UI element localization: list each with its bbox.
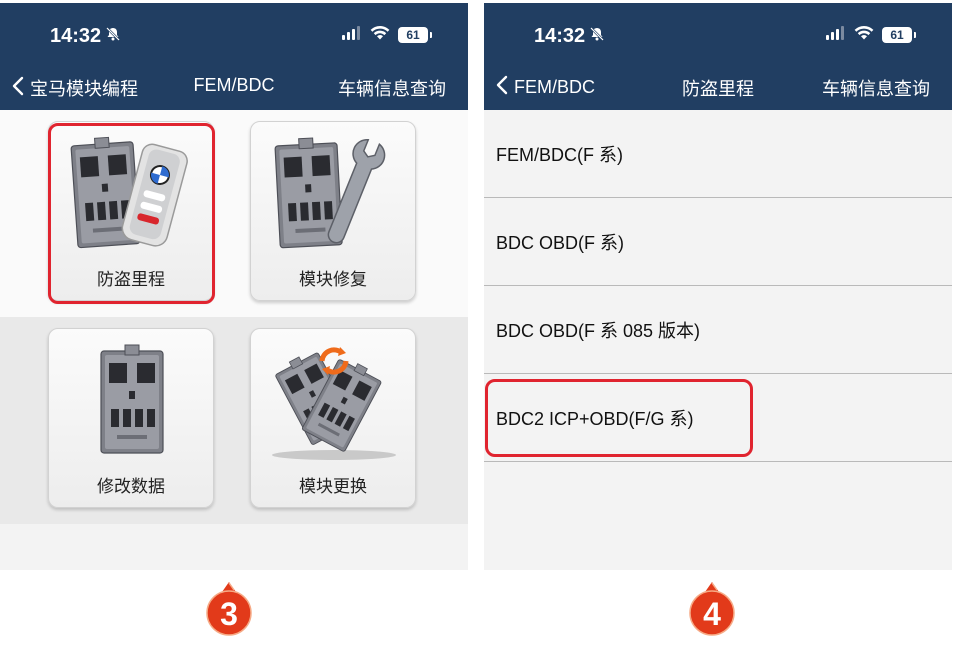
left-phone-screen: 14:32 61 宝马模块编程 FEM/BDC 车辆信息查询 防盗里程 模块修复…	[0, 3, 468, 570]
tile-module-repair[interactable]: 模块修复	[250, 121, 416, 301]
list-item-bdc-obd-f-085[interactable]: BDC OBD(F 系 085 版本)	[484, 286, 952, 374]
bell-muted-icon	[589, 25, 605, 48]
tile-anti-theft-mileage[interactable]: 防盗里程	[48, 121, 214, 301]
step-badge-4: 4	[688, 580, 736, 640]
cellular-signal-icon	[826, 25, 846, 45]
tile-label: 防盗里程	[97, 270, 165, 289]
list-item-bdc-obd-f[interactable]: BDC OBD(F 系)	[484, 198, 952, 286]
tile-label: 模块修复	[299, 270, 367, 289]
page-title: FEM/BDC	[193, 75, 275, 95]
top-bar: 14:32 61 宝马模块编程 FEM/BDC 车辆信息查询	[0, 3, 468, 110]
navigation-bar: FEM/BDC 防盗里程 车辆信息查询	[484, 73, 952, 103]
cellular-signal-icon	[342, 25, 362, 45]
right-phone-screen: 14:32 61 FEM/BDC 防盗里程 车辆信息查询 FEM/BDC(F 系…	[484, 3, 952, 570]
option-list: FEM/BDC(F 系) BDC OBD(F 系) BDC OBD(F 系 08…	[484, 110, 952, 462]
status-time: 14:32	[534, 25, 605, 48]
module-swap-icon	[261, 339, 407, 467]
fem-bdc-module-with-key-icon	[59, 132, 205, 260]
top-bar: 14:32 61 FEM/BDC 防盗里程 车辆信息查询	[484, 3, 952, 110]
list-item-fem-bdc-f[interactable]: FEM/BDC(F 系)	[484, 110, 952, 198]
list-item-bdc2-icp-obd-fg[interactable]: BDC2 ICP+OBD(F/G 系)	[484, 374, 952, 462]
bell-muted-icon	[105, 25, 121, 48]
step-number: 3	[220, 596, 238, 632]
back-button-label: 宝马模块编程	[30, 79, 138, 99]
status-time-text: 14:32	[50, 25, 102, 47]
wifi-icon	[854, 25, 874, 45]
back-button-label: FEM/BDC	[514, 77, 595, 97]
step-badge-3: 3	[205, 580, 253, 640]
back-button[interactable]: FEM/BDC	[496, 75, 595, 100]
tile-label: 模块更换	[299, 477, 367, 496]
page-title: 防盗里程	[682, 79, 754, 99]
tile-modify-data[interactable]: 修改数据	[48, 328, 214, 508]
chevron-left-icon	[496, 75, 508, 100]
tile-module-replace[interactable]: 模块更换	[250, 328, 416, 508]
vehicle-info-query-button[interactable]: 车辆信息查询	[338, 75, 446, 101]
status-time-text: 14:32	[534, 25, 586, 47]
step-number: 4	[703, 596, 721, 632]
chevron-left-icon	[12, 76, 24, 101]
navigation-bar: 宝马模块编程 FEM/BDC 车辆信息查询	[0, 73, 468, 103]
status-icons: 61	[826, 25, 916, 45]
status-time: 14:32	[50, 25, 121, 48]
back-button[interactable]: 宝马模块编程	[12, 75, 138, 101]
battery-indicator: 61	[882, 27, 916, 43]
battery-indicator: 61	[398, 27, 432, 43]
status-icons: 61	[342, 25, 432, 45]
wifi-icon	[370, 25, 390, 45]
fem-bdc-module-icon	[59, 339, 205, 467]
fem-bdc-module-with-wrench-icon	[261, 132, 407, 260]
vehicle-info-query-button[interactable]: 车辆信息查询	[822, 75, 930, 101]
tile-label: 修改数据	[97, 477, 165, 496]
